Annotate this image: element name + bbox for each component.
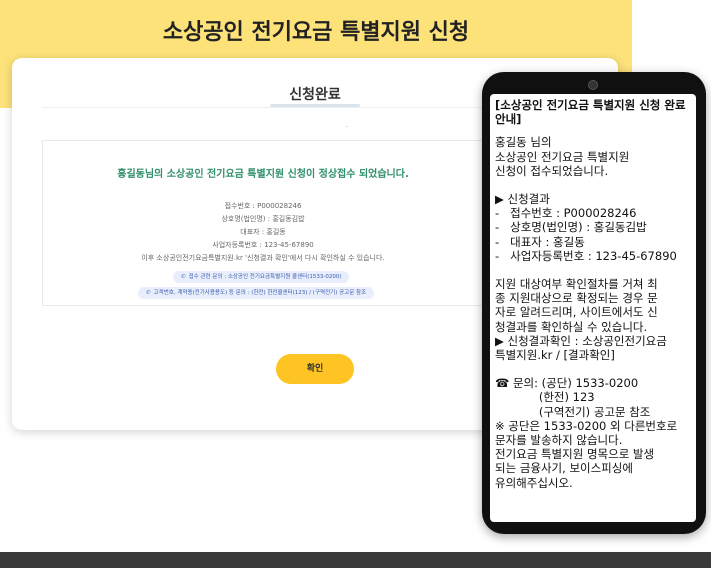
sms-message: [소상공인 전기요금 특별지원 신청 완료 안내] 홍길동 님의 소상공인 전기… — [495, 98, 693, 490]
sms-notice-line: 지원 대상여부 확인절차를 거쳐 최 — [495, 277, 658, 292]
sms-title: [소상공인 전기요금 특별지원 신청 완료 안내] — [495, 98, 686, 127]
sms-check-line: ▶ 신청결과확인 : 소상공인전기요금 — [495, 333, 667, 348]
sms-check-line: 특별지원.kr / [결과확인] — [495, 348, 615, 363]
sms-greeting-line: 홍길동 님의 — [495, 135, 552, 150]
info-business-number: 사업자등록번호 : 123-45-67890 — [212, 241, 314, 249]
sms-contact-line: (구역전기) 공고문 참조 — [495, 404, 651, 419]
sms-result-line: - 대표자 : 홍길동 — [495, 234, 585, 249]
inquiry-pill: ✆ 고객번호, 계약종(전기사용용도) 등 문의 : (한전) 한전콜센터(123… — [138, 287, 375, 299]
phone-icon: ✆ — [146, 290, 151, 296]
camera-icon — [588, 80, 598, 90]
sms-warning-line: 문자를 발송하지 않습니다. — [495, 433, 623, 448]
info-representative: 대표자 : 홍길동 — [240, 228, 286, 236]
phone-mockup: [소상공인 전기요금 특별지원 신청 완료 안내] 홍길동 님의 소상공인 전기… — [482, 72, 706, 534]
page-title: 소상공인 전기요금 특별지원 신청 — [162, 20, 470, 45]
sms-contact-line: (한전) 123 — [495, 390, 595, 405]
decorative-dot: . — [346, 122, 348, 129]
sms-contact-line: ☎ 문의: (공단) 1533-0200 — [495, 376, 639, 391]
callcenter-text: 접수 관련 문의 : 소상공인 전기요금특별지원 콜센터(1533-0200) — [188, 274, 342, 280]
sms-notice-line: 종 지원대상으로 확정되는 경우 문 — [495, 291, 658, 306]
sms-result-header: ▶ 신청결과 — [495, 192, 550, 207]
confirm-button[interactable]: 확인 — [276, 354, 354, 384]
sms-result-line: - 사업자등록번호 : 123-45-67890 — [495, 248, 677, 263]
sms-notice-line: 자로 알려드리며, 사이트에서도 신 — [495, 305, 658, 320]
callcenter-pill: ✆ 접수 관련 문의 : 소상공인 전기요금특별지원 콜센터(1533-0200) — [173, 271, 350, 283]
phone-screen: [소상공인 전기요금 특별지원 신청 완료 안내] 홍길동 님의 소상공인 전기… — [490, 94, 696, 522]
info-receipt-number: 접수번호 : P000028246 — [224, 202, 302, 210]
sms-greeting-line: 신청이 접수되었습니다. — [495, 163, 609, 178]
phone-icon: ✆ — [181, 274, 186, 280]
inquiry-text: 고객번호, 계약종(전기사용용도) 등 문의 : (한전) 한전콜센터(123)… — [153, 290, 367, 296]
sms-notice-line: 청결과를 확인하실 수 있습니다. — [495, 319, 648, 334]
sms-result-line: - 상호명(법인명) : 홍길동김밥 — [495, 220, 647, 235]
sms-warning-line: 유의해주십시오. — [495, 475, 573, 490]
success-message: 홍길동님의 소상공인 전기요금 특별지원 신청이 정상접수 되었습니다. — [117, 169, 409, 180]
sms-result-line: - 접수번호 : P000028246 — [495, 206, 637, 221]
sms-warning-line: 전기요금 특별지원 명목으로 발생 — [495, 447, 655, 462]
bottom-bar — [0, 552, 711, 568]
info-business-name: 상호명(법인명) : 홍길동김밥 — [221, 215, 305, 223]
sms-warning-line: 되는 금융사기, 보이스피싱에 — [495, 461, 633, 476]
info-recheck-note: 이후 소상공인전기요금특별지원.kr '신청결과 확인'에서 다시 확인하실 수… — [141, 254, 385, 262]
sms-warning-line: ※ 공단은 1533-0200 외 다른번호로 — [495, 418, 678, 433]
sms-greeting-line: 소상공인 전기요금 특별지원 — [495, 149, 630, 164]
